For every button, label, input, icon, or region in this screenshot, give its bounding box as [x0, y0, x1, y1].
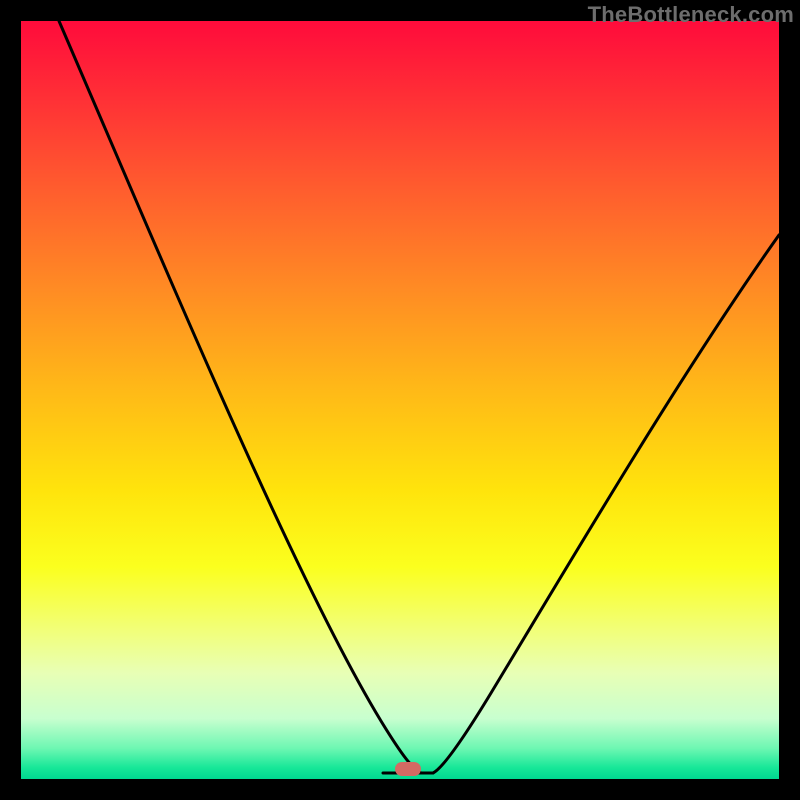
watermark-text: TheBottleneck.com	[588, 2, 794, 28]
chart-frame: TheBottleneck.com	[0, 0, 800, 800]
plot-gradient-background	[21, 21, 779, 779]
minimum-marker	[395, 762, 421, 776]
